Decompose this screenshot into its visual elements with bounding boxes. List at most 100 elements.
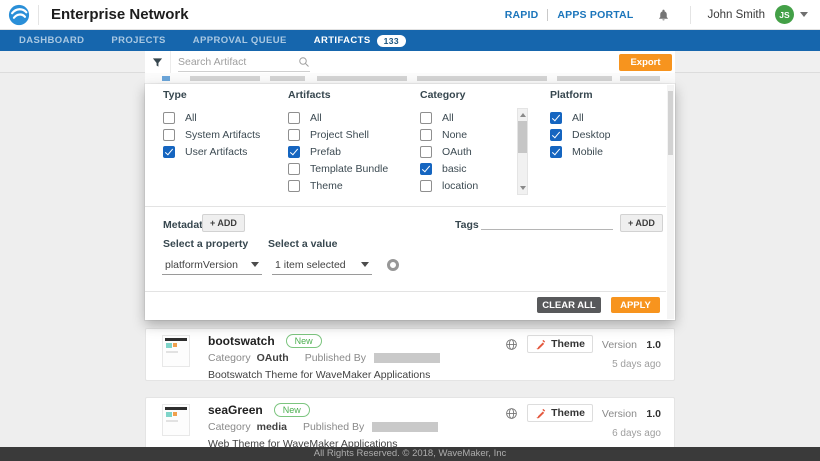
publisher-redacted — [372, 422, 438, 432]
notifications-bell-icon[interactable] — [657, 8, 670, 22]
filter-funnel-icon — [152, 57, 163, 68]
checkbox-desktop[interactable]: Desktop — [550, 126, 611, 143]
new-badge: New — [286, 334, 322, 348]
scrollbar-thumb[interactable] — [668, 91, 673, 155]
artifact-card-bootswatch[interactable]: bootswatch New Category OAuth Published … — [145, 328, 675, 381]
app-title: Enterprise Network — [51, 6, 189, 23]
tags-input[interactable] — [481, 212, 613, 230]
checkbox-label: OAuth — [442, 146, 472, 158]
filter-group-platform: Platform All Desktop Mobile — [550, 89, 611, 160]
dropdown-caret-icon — [361, 262, 369, 267]
apply-button[interactable]: APPLY — [611, 297, 660, 313]
globe-icon[interactable] — [505, 407, 518, 420]
artifact-description: Bootswatch Theme for WaveMaker Applicati… — [208, 369, 440, 381]
version-label: Version — [602, 339, 637, 351]
scroll-down-arrow-icon[interactable] — [520, 186, 526, 190]
value-dropdown[interactable]: 1 item selected — [272, 255, 372, 275]
app-screen: Enterprise Network RAPID APPS PORTAL Joh… — [0, 0, 820, 461]
clear-all-button[interactable]: CLEAR ALL — [537, 297, 601, 313]
remove-metadata-filter-icon[interactable] — [387, 259, 399, 271]
checkbox-label: All — [442, 112, 454, 124]
group-title: Platform — [550, 89, 611, 101]
checkbox-label: basic — [442, 163, 467, 175]
checkbox-type-all[interactable]: All — [163, 109, 260, 126]
checkbox-icon — [420, 129, 432, 141]
checkbox-icon — [550, 129, 562, 141]
category-scrollbar[interactable] — [517, 108, 528, 195]
checkbox-project-shell[interactable]: Project Shell — [288, 126, 388, 143]
filter-toggle-button[interactable] — [145, 51, 171, 73]
artifact-info: seaGreen New Category media Published By… — [208, 403, 438, 450]
artifact-age: 5 days ago — [505, 359, 661, 370]
artifact-toolbar: Export — [145, 51, 675, 73]
tags-add-button[interactable]: + ADD — [620, 214, 663, 232]
search-icon[interactable] — [298, 56, 310, 68]
checkbox-system-artifacts[interactable]: System Artifacts — [163, 126, 260, 143]
checkbox-category-all[interactable]: All — [420, 109, 478, 126]
nav-artifacts[interactable]: ARTIFACTS 133 — [314, 35, 406, 47]
checkbox-oauth[interactable]: OAuth — [420, 143, 478, 160]
property-dropdown[interactable]: platformVersion — [162, 255, 262, 275]
export-button[interactable]: Export — [619, 54, 672, 71]
checkbox-icon — [288, 180, 300, 192]
type-badge: Theme — [527, 335, 593, 353]
artifact-card-seagreen[interactable]: seaGreen New Category media Published By… — [145, 397, 675, 449]
user-avatar[interactable]: JS — [775, 5, 794, 24]
artifact-age: 6 days ago — [505, 428, 661, 439]
checkbox-user-artifacts[interactable]: User Artifacts — [163, 143, 260, 160]
checkbox-icon — [550, 112, 562, 124]
published-by-label: Published By — [303, 421, 364, 433]
scroll-up-arrow-icon[interactable] — [520, 113, 526, 117]
checkbox-label: Desktop — [572, 129, 611, 141]
checkbox-basic[interactable]: basic — [420, 160, 478, 177]
checkbox-platform-all[interactable]: All — [550, 109, 611, 126]
search-input[interactable] — [178, 56, 298, 68]
category-label: Category — [208, 421, 251, 433]
panel-scrollbar[interactable] — [667, 85, 674, 319]
filter-panel: Type All System Artifacts User Artifacts… — [145, 84, 675, 320]
checkbox-label: User Artifacts — [185, 146, 247, 158]
nav-approval-queue[interactable]: APPROVAL QUEUE — [193, 35, 287, 46]
select-property-label: Select a property — [163, 238, 248, 250]
checkbox-icon — [420, 163, 432, 175]
checkbox-label: Mobile — [572, 146, 603, 158]
main-nav: DASHBOARD PROJECTS APPROVAL QUEUE ARTIFA… — [0, 30, 820, 51]
globe-icon[interactable] — [505, 338, 518, 351]
nav-dashboard[interactable]: DASHBOARD — [19, 35, 84, 46]
checkbox-theme[interactable]: Theme — [288, 177, 388, 194]
checkbox-label: All — [310, 112, 322, 124]
checkbox-label: All — [185, 112, 197, 124]
artifact-name[interactable]: seaGreen — [208, 403, 263, 417]
checkbox-prefab[interactable]: Prefab — [288, 143, 388, 160]
version-label: Version — [602, 408, 637, 420]
new-badge: New — [274, 403, 310, 417]
background-content-strip — [145, 73, 675, 84]
type-badge: Theme — [527, 404, 593, 422]
panel-divider — [145, 291, 666, 292]
checkbox-location[interactable]: location — [420, 177, 478, 194]
checkbox-label: location — [442, 180, 478, 192]
checkbox-icon — [163, 129, 175, 141]
checkbox-artifacts-all[interactable]: All — [288, 109, 388, 126]
search-field — [178, 52, 310, 72]
filter-group-artifacts: Artifacts All Project Shell Prefab Templ… — [288, 89, 388, 194]
group-title: Category — [420, 89, 478, 101]
chevron-down-icon[interactable] — [800, 12, 808, 17]
nav-artifacts-label: ARTIFACTS — [314, 35, 371, 46]
checkbox-icon — [550, 146, 562, 158]
metadata-add-button[interactable]: + ADD — [202, 214, 245, 232]
checkbox-template-bundle[interactable]: Template Bundle — [288, 160, 388, 177]
artifact-info: bootswatch New Category OAuth Published … — [208, 334, 440, 381]
user-name: John Smith — [707, 9, 765, 21]
rapid-link[interactable]: RAPID — [505, 9, 539, 21]
apps-portal-link[interactable]: APPS PORTAL — [557, 9, 633, 21]
theme-brush-icon — [535, 339, 546, 350]
artifacts-count-badge: 133 — [377, 35, 406, 47]
checkbox-none[interactable]: None — [420, 126, 478, 143]
checkbox-mobile[interactable]: Mobile — [550, 143, 611, 160]
scrollbar-thumb[interactable] — [518, 121, 527, 153]
header-divider — [38, 5, 39, 25]
artifact-name[interactable]: bootswatch — [208, 334, 275, 348]
checkbox-label: Prefab — [310, 146, 341, 158]
nav-projects[interactable]: PROJECTS — [111, 35, 165, 46]
